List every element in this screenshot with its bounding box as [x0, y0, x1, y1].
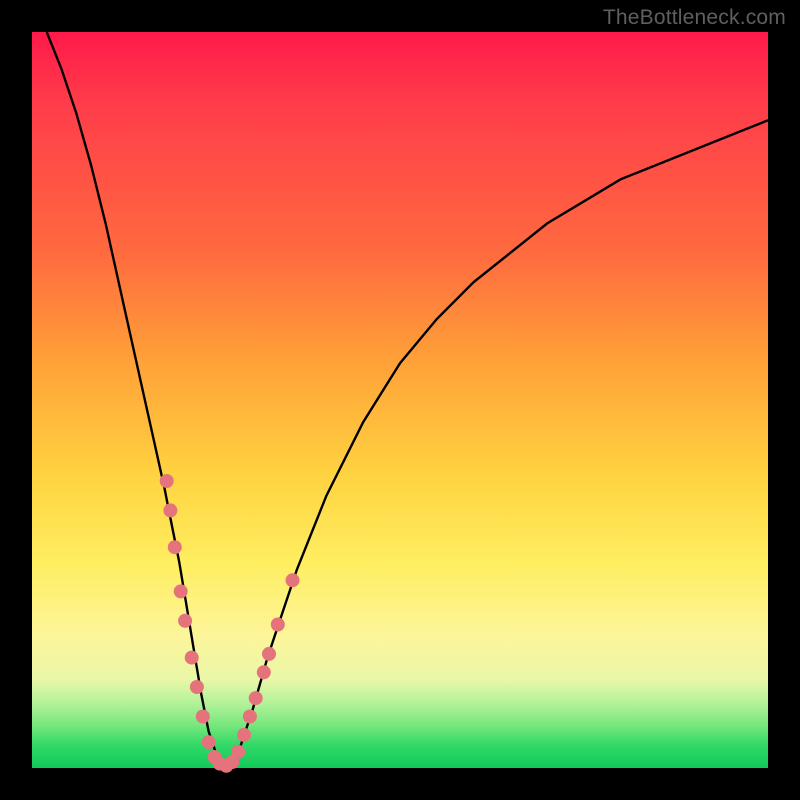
bottleneck-curve [47, 32, 768, 768]
data-marker [202, 735, 216, 749]
data-marker [243, 710, 257, 724]
data-marker [196, 710, 210, 724]
data-marker [257, 665, 271, 679]
watermark-text: TheBottleneck.com [603, 6, 786, 30]
data-marker [160, 474, 174, 488]
data-marker [237, 728, 251, 742]
data-marker [286, 573, 300, 587]
data-marker [174, 584, 188, 598]
data-marker [249, 691, 263, 705]
curve-svg [32, 32, 768, 768]
data-marker [163, 503, 177, 517]
data-marker [185, 651, 199, 665]
marker-group [160, 474, 300, 773]
data-marker [271, 618, 285, 632]
data-marker [190, 680, 204, 694]
data-marker [262, 647, 276, 661]
data-marker [168, 540, 182, 554]
plot-area [32, 32, 768, 768]
data-marker [178, 614, 192, 628]
chart-frame: TheBottleneck.com [0, 0, 800, 800]
data-marker [231, 745, 245, 759]
